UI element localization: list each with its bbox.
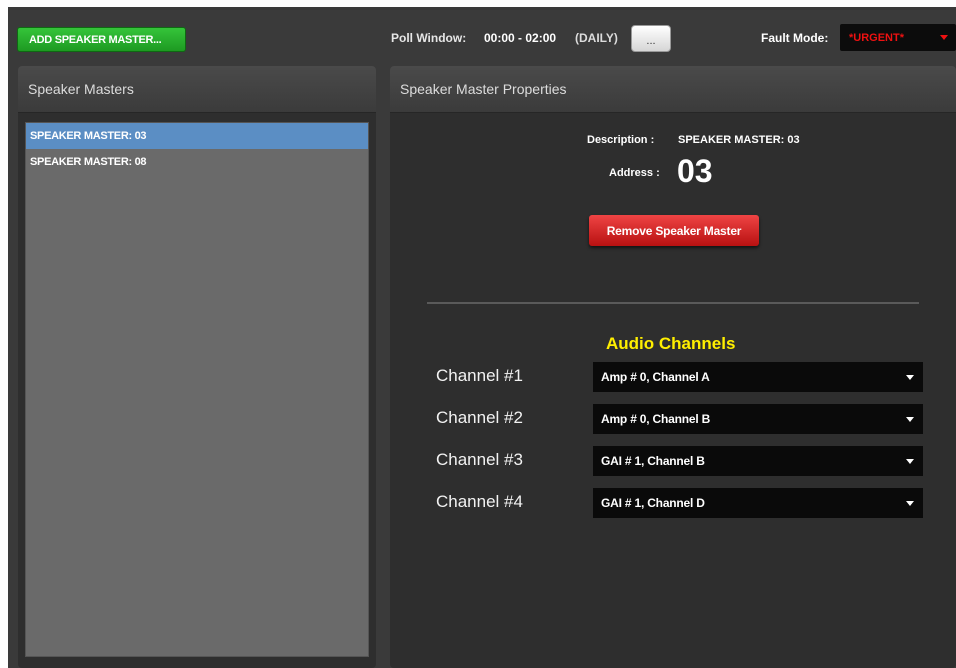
poll-window-value: 00:00 - 02:00 xyxy=(484,31,557,45)
channel-1-value: Amp # 0, Channel A xyxy=(601,370,710,384)
fault-mode-select[interactable]: *URGENT* xyxy=(840,24,956,51)
channel-1-label: Channel #1 xyxy=(436,366,523,385)
description-value: SPEAKER MASTER: 03 xyxy=(678,134,800,146)
chevron-down-icon xyxy=(906,459,914,464)
remove-speaker-master-button[interactable]: Remove Speaker Master xyxy=(589,215,759,246)
speaker-masters-panel: Speaker Masters SPEAKER MASTER: 03 SPEAK… xyxy=(18,66,376,668)
address-label: Address : xyxy=(609,167,660,179)
add-speaker-master-button[interactable]: ADD SPEAKER MASTER... xyxy=(17,27,186,52)
channel-3-label: Channel #3 xyxy=(436,450,523,469)
chevron-down-icon xyxy=(906,375,914,380)
audio-channels-title: Audio Channels xyxy=(606,334,736,353)
poll-window-label: Poll Window: xyxy=(391,31,467,45)
poll-window-mode: (DAILY) xyxy=(575,31,618,45)
speaker-master-properties-panel: Speaker Master Properties Description : … xyxy=(390,66,956,668)
properties-title: Speaker Master Properties xyxy=(390,66,956,113)
channel-3-value: GAI # 1, Channel B xyxy=(601,454,705,468)
speaker-masters-list[interactable]: SPEAKER MASTER: 03 SPEAKER MASTER: 08 xyxy=(25,122,369,657)
address-value: 03 xyxy=(677,153,713,189)
list-item[interactable]: SPEAKER MASTER: 03 xyxy=(26,123,368,149)
channel-4-label: Channel #4 xyxy=(436,492,523,511)
chevron-down-icon xyxy=(906,501,914,506)
speaker-masters-title: Speaker Masters xyxy=(18,66,376,113)
channel-2-label: Channel #2 xyxy=(436,408,523,427)
description-label: Description : xyxy=(587,134,655,146)
channel-3-select[interactable]: GAI # 1, Channel B xyxy=(593,446,923,476)
channel-2-value: Amp # 0, Channel B xyxy=(601,412,711,426)
divider xyxy=(427,302,919,304)
channel-1-select[interactable]: Amp # 0, Channel A xyxy=(593,362,923,392)
app-window: ADD SPEAKER MASTER... Poll Window: 00:00… xyxy=(8,7,956,668)
chevron-down-icon xyxy=(906,417,914,422)
poll-window-edit-button[interactable]: ... xyxy=(631,25,671,52)
list-item[interactable]: SPEAKER MASTER: 08 xyxy=(26,149,368,175)
channel-4-select[interactable]: GAI # 1, Channel D xyxy=(593,488,923,518)
fault-mode-label: Fault Mode: xyxy=(761,31,829,45)
channel-2-select[interactable]: Amp # 0, Channel B xyxy=(593,404,923,434)
chevron-down-icon xyxy=(940,35,948,40)
fault-mode-value: *URGENT* xyxy=(849,31,905,44)
channel-4-value: GAI # 1, Channel D xyxy=(601,496,705,510)
